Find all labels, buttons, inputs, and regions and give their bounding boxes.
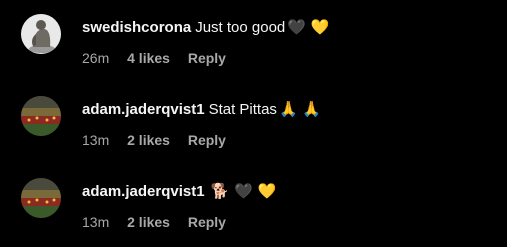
avatar[interactable] — [21, 96, 61, 136]
comment-line: swedishcorona Just too good 🖤 💛 — [82, 17, 329, 38]
comment-item: swedishcorona Just too good 🖤 💛 26m 4 like… — [0, 0, 507, 80]
comment-meta: 13m 2 likes Reply — [82, 132, 226, 148]
reply-button[interactable]: Reply — [188, 132, 226, 148]
avatar[interactable] — [21, 178, 61, 218]
stadium-avatar-icon — [21, 178, 61, 218]
comment-text: Just too good — [195, 19, 286, 36]
comment-line: adam.jaderqvist1 🐕 🖤 💛 — [82, 181, 276, 202]
comment-username[interactable]: adam.jaderqvist1 — [82, 183, 205, 200]
avatar[interactable] — [21, 14, 61, 54]
comment-emojis: 🙏 🙏 — [278, 100, 322, 118]
comment-time: 13m — [82, 214, 110, 230]
reply-button[interactable]: Reply — [188, 214, 226, 230]
comment-meta: 26m 4 likes Reply — [82, 50, 226, 66]
comment-emojis: 🖤 💛 — [287, 18, 330, 36]
comment-emojis: 🐕 🖤 💛 — [210, 182, 277, 200]
comment-line: adam.jaderqvist1 Stat Pittas 🙏 🙏 — [82, 99, 321, 120]
comment-likes[interactable]: 4 likes — [127, 50, 170, 66]
comment-username[interactable]: swedishcorona — [82, 19, 191, 36]
comment-item: adam.jaderqvist1 Stat Pittas 🙏 🙏 13m 2 lik… — [0, 82, 507, 162]
comment-likes[interactable]: 2 likes — [127, 132, 170, 148]
comment-time: 13m — [82, 132, 110, 148]
comment-username[interactable]: adam.jaderqvist1 — [82, 101, 205, 118]
comment-meta: 13m 2 likes Reply — [82, 214, 226, 230]
stadium-avatar-icon — [21, 96, 61, 136]
reply-button[interactable]: Reply — [188, 50, 226, 66]
comment-item: adam.jaderqvist1 🐕 🖤 💛 13m 2 likes Reply — [0, 164, 507, 244]
comment-time: 26m — [82, 50, 110, 66]
comment-text: Stat Pittas — [208, 101, 277, 118]
statue-avatar-icon — [21, 14, 61, 54]
comment-likes[interactable]: 2 likes — [127, 214, 170, 230]
